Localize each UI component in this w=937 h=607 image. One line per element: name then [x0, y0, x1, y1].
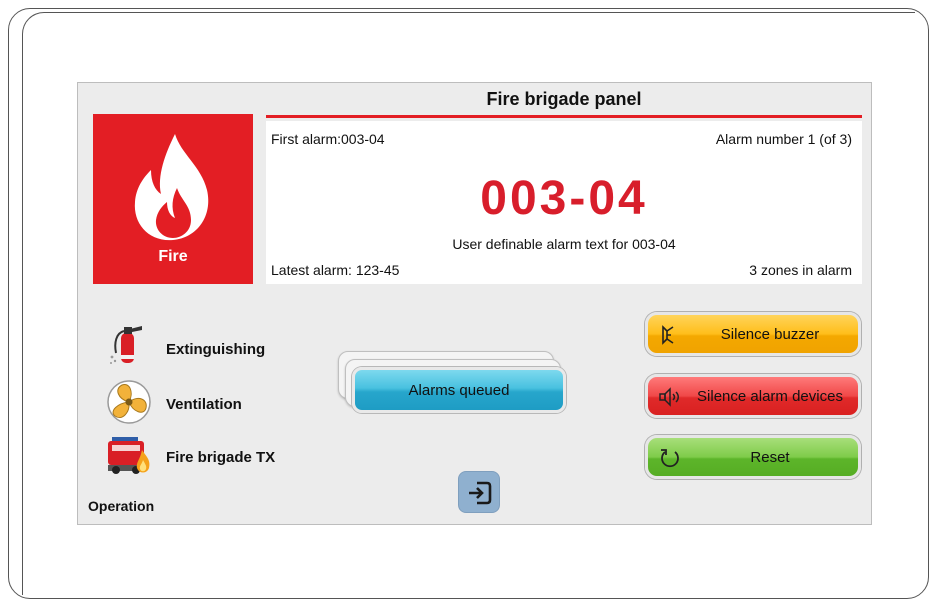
alarms-queued-button[interactable]: Alarms queued [352, 367, 566, 413]
title-divider [266, 115, 862, 118]
alarm-info-box: First alarm:003-04 Alarm number 1 (of 3)… [266, 121, 862, 284]
fan-icon [107, 380, 151, 424]
exit-button[interactable] [458, 471, 500, 513]
fire-extinguisher-icon [110, 326, 142, 364]
status-label: Extinguishing [166, 341, 266, 358]
fire-brigade-panel: Fire brigade panel Fire First alarm:003-… [77, 82, 872, 525]
reset-label: Reset [750, 448, 790, 466]
reset-icon [661, 449, 679, 468]
silence-alarm-devices-label: Silence alarm devices [697, 387, 843, 405]
silence-buzzer-button[interactable]: Silence buzzer [645, 312, 861, 356]
reset-button[interactable]: Reset [645, 435, 861, 479]
first-alarm-text: First alarm:003-04 [271, 131, 385, 147]
alarm-number-text: Alarm number 1 (of 3) [715, 131, 852, 147]
alarm-id-display: 003-04 [480, 172, 648, 225]
latest-alarm-text: Latest alarm: 123-45 [271, 262, 400, 278]
buzzer-icon [662, 325, 674, 345]
alarms-queued-label: Alarms queued [408, 381, 510, 399]
panel-title: Fire brigade panel [486, 89, 642, 109]
speaker-icon [659, 387, 679, 407]
status-label: Fire brigade TX [166, 449, 276, 466]
alarm-description: User definable alarm text for 003-04 [452, 236, 676, 252]
status-label: Ventilation [166, 396, 242, 413]
exit-icon [469, 481, 492, 505]
silence-buzzer-label: Silence buzzer [720, 325, 820, 343]
silence-alarm-devices-button[interactable]: Silence alarm devices [645, 374, 861, 418]
fire-label: Fire [158, 248, 188, 265]
flame-icon [134, 134, 209, 241]
fire-truck-icon [108, 437, 150, 474]
alarms-queued-stack: Alarms queued [336, 351, 568, 421]
fire-status-tile: Fire [93, 114, 253, 284]
zones-in-alarm-text: 3 zones in alarm [749, 262, 852, 278]
operation-label: Operation [88, 498, 155, 514]
